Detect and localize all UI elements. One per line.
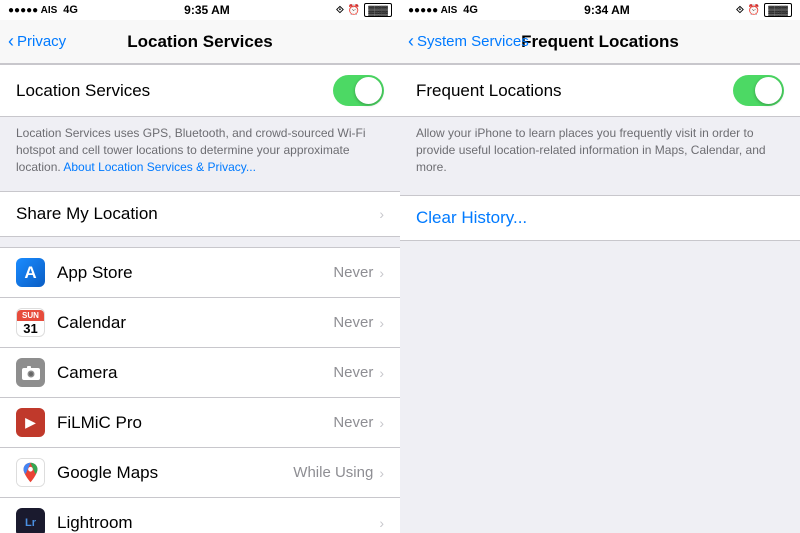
nav-bar-right: ‹ System Services Frequent Locations xyxy=(400,20,800,64)
back-label-left: Privacy xyxy=(17,33,66,50)
clear-history-row[interactable]: Clear History... xyxy=(400,195,800,241)
app-chevron-calendar: › xyxy=(379,315,384,331)
app-chevron-googlemaps: › xyxy=(379,465,384,481)
location-indicator-right: ⟐ xyxy=(736,5,744,16)
right-phone-screen: ●●●●● AIS 4G 9:34 AM ⟐ ⏰ ▓▓▓ ‹ System Se… xyxy=(400,0,800,533)
time-right: 9:34 AM xyxy=(584,3,630,17)
nav-title-right: Frequent Locations xyxy=(521,32,679,52)
app-value-calendar: Never xyxy=(333,314,373,331)
share-chevron: › xyxy=(379,206,384,222)
share-location-section: Share My Location › xyxy=(0,191,400,237)
carrier-right: ●●●●● AIS xyxy=(408,5,457,16)
nav-title-left: Location Services xyxy=(127,32,273,52)
app-value-googlemaps: While Using xyxy=(293,464,373,481)
frequent-description: Allow your iPhone to learn places you fr… xyxy=(400,117,800,185)
frequent-locations-label: Frequent Locations xyxy=(416,81,562,101)
app-row-calendar[interactable]: SUN 31 Calendar Never › xyxy=(0,298,400,348)
frequent-toggle-knob xyxy=(755,77,782,104)
app-row-filmic[interactable]: ▶ FiLMiC Pro Never › xyxy=(0,398,400,448)
status-bar-right: ●●●●● AIS 4G 9:34 AM ⟐ ⏰ ▓▓▓ xyxy=(400,0,800,20)
share-my-location-label: Share My Location xyxy=(16,204,379,224)
app-label-calendar: Calendar xyxy=(57,313,333,333)
network-left: 4G xyxy=(63,4,78,16)
app-label-filmic: FiLMiC Pro xyxy=(57,413,333,433)
description-link[interactable]: About Location Services & Privacy... xyxy=(63,160,256,174)
app-label-lightroom: Lightroom xyxy=(57,513,379,533)
app-label-googlemaps: Google Maps xyxy=(57,463,293,483)
back-button-left[interactable]: ‹ Privacy xyxy=(8,31,66,52)
location-description: Location Services uses GPS, Bluetooth, a… xyxy=(0,117,400,181)
status-bar-left: ●●●●● AIS 4G 9:35 AM ⟐ ⏰ ▓▓▓ xyxy=(0,0,400,20)
network-right: 4G xyxy=(463,4,478,16)
battery-right: ▓▓▓ xyxy=(764,3,792,17)
app-icon-lightroom: Lr xyxy=(16,508,45,533)
back-label-right: System Services xyxy=(417,33,529,50)
clear-history-section: Clear History... xyxy=(400,195,800,241)
app-icon-filmic: ▶ xyxy=(16,408,45,437)
alarm-indicator: ⏰ xyxy=(348,5,360,16)
app-row-appstore[interactable]: A App Store Never › xyxy=(0,248,400,298)
app-chevron-filmic: › xyxy=(379,415,384,431)
location-services-toggle[interactable] xyxy=(333,75,384,106)
alarm-indicator-right: ⏰ xyxy=(748,5,760,16)
back-chevron-right: ‹ xyxy=(408,31,414,52)
app-icon-calendar: SUN 31 xyxy=(16,308,45,337)
app-row-lightroom[interactable]: Lr Lightroom › xyxy=(0,498,400,533)
clear-history-label[interactable]: Clear History... xyxy=(416,208,527,227)
frequent-locations-toggle[interactable] xyxy=(733,75,784,106)
back-chevron-left: ‹ xyxy=(8,31,14,52)
nav-bar-left: ‹ Privacy Location Services xyxy=(0,20,400,64)
app-icon-googlemaps xyxy=(16,458,45,487)
back-button-right[interactable]: ‹ System Services xyxy=(408,31,529,52)
location-services-label: Location Services xyxy=(16,81,150,101)
toggle-knob xyxy=(355,77,382,104)
frequent-locations-toggle-row[interactable]: Frequent Locations xyxy=(400,64,800,117)
app-chevron-appstore: › xyxy=(379,265,384,281)
battery-left: ▓▓▓ xyxy=(364,3,392,17)
app-label-camera: Camera xyxy=(57,363,333,383)
app-value-filmic: Never xyxy=(333,414,373,431)
app-icon-appstore: A xyxy=(16,258,45,287)
carrier-left: ●●●●● AIS xyxy=(8,5,57,16)
share-my-location-row[interactable]: Share My Location › xyxy=(0,192,400,236)
app-label-appstore: App Store xyxy=(57,263,333,283)
location-services-toggle-row[interactable]: Location Services xyxy=(0,64,400,117)
app-row-camera[interactable]: Camera Never › xyxy=(0,348,400,398)
apps-list-section: A App Store Never › SUN 31 Calendar Neve… xyxy=(0,247,400,533)
app-value-camera: Never xyxy=(333,364,373,381)
left-phone-screen: ●●●●● AIS 4G 9:35 AM ⟐ ⏰ ▓▓▓ ‹ Privacy L… xyxy=(0,0,400,533)
app-row-googlemaps[interactable]: Google Maps While Using › xyxy=(0,448,400,498)
app-icon-camera xyxy=(16,358,45,387)
location-indicator: ⟐ xyxy=(336,5,344,16)
app-chevron-camera: › xyxy=(379,365,384,381)
app-chevron-lightroom: › xyxy=(379,515,384,531)
time-left: 9:35 AM xyxy=(184,3,230,17)
app-value-appstore: Never xyxy=(333,264,373,281)
